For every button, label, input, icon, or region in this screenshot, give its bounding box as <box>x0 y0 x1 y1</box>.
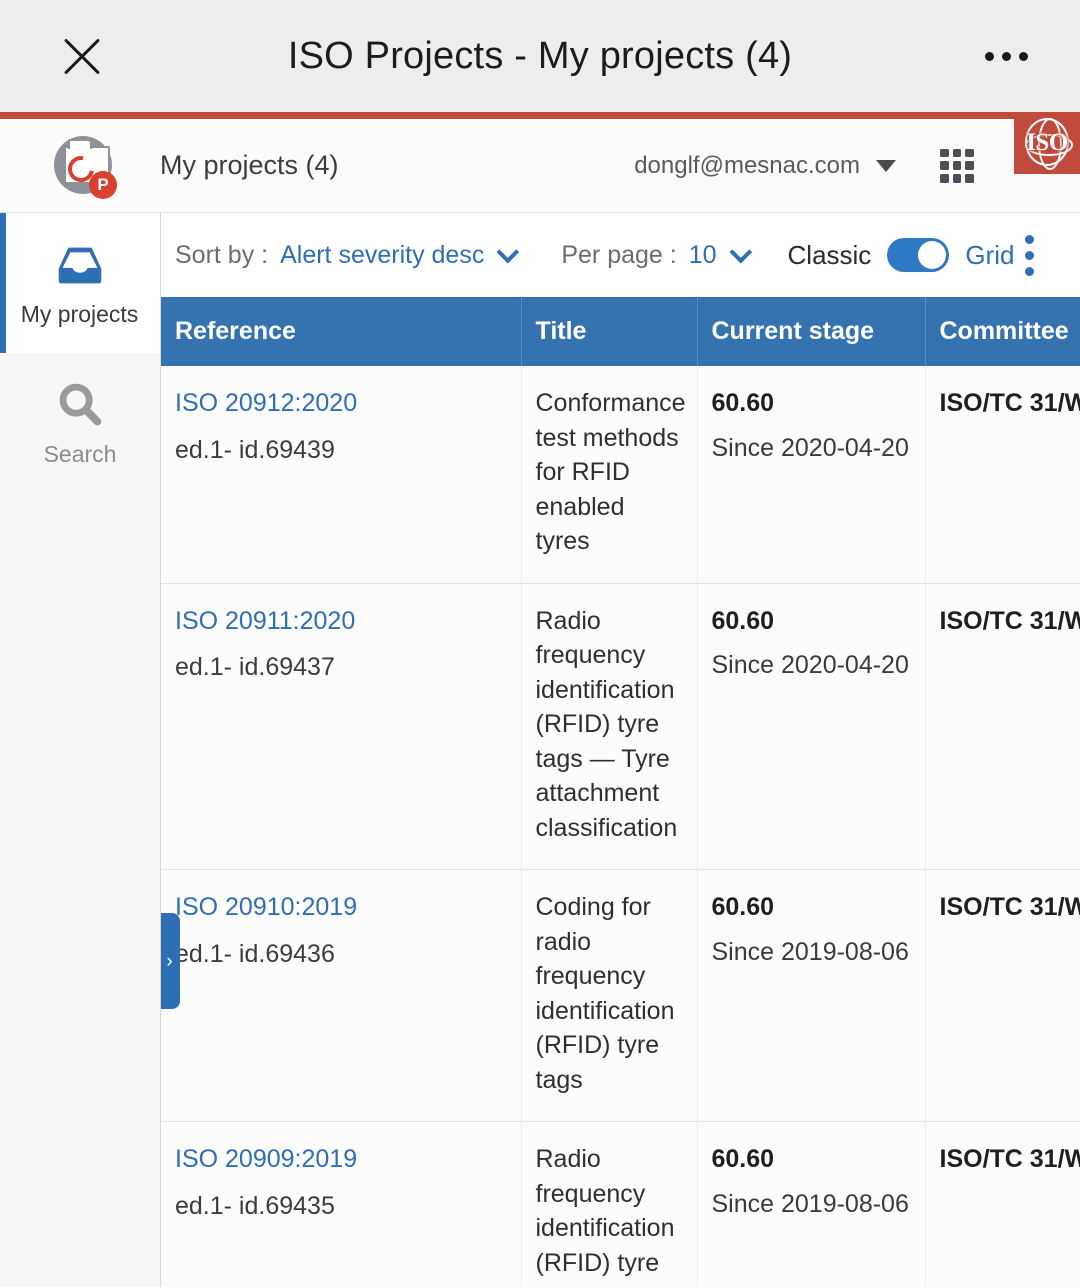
reference-link[interactable]: ISO 20911:2020 <box>175 604 507 639</box>
drawer-handle-glyph: › <box>166 952 172 971</box>
column-header-current-stage[interactable]: Current stage <box>697 297 925 366</box>
cell-current-stage: 60.60 Since 2019-08-06 <box>697 1122 925 1288</box>
cell-current-stage: 60.60 Since 2020-04-20 <box>697 366 925 583</box>
view-mode-switch[interactable] <box>887 238 949 272</box>
sidebar: My projects Search <box>0 213 161 1287</box>
sort-by-control[interactable]: Sort by : Alert severity desc <box>175 241 513 270</box>
reference-link[interactable]: ISO 20909:2019 <box>175 1142 507 1177</box>
table-header-row: Reference Title Current stage Committee <box>161 297 1080 366</box>
cell-committee: ISO/TC 31/WG <box>925 1122 1080 1288</box>
reference-edition: ed.1- id.69436 <box>175 937 507 972</box>
sidebar-item-search[interactable]: Search <box>0 353 160 493</box>
header-actions: donglf@mesnac.com ISO <box>634 119 1080 212</box>
stage-since: Since 2020-04-20 <box>712 648 911 683</box>
switch-knob <box>918 241 946 269</box>
app-header: P My projects (4) donglf@mesnac.com ISO <box>0 119 1080 213</box>
close-icon[interactable] <box>56 30 108 82</box>
column-header-committee[interactable]: Committee <box>925 297 1080 366</box>
user-email-label: donglf@mesnac.com <box>634 152 860 180</box>
apps-grid-icon[interactable] <box>940 149 974 183</box>
per-page-value[interactable]: 10 <box>689 241 717 270</box>
cell-title: Radio frequency identification (RFID) ty… <box>521 583 697 870</box>
table-row[interactable]: ISO 20909:2019 ed.1- id.69435 Radio freq… <box>161 1122 1080 1288</box>
stage-since: Since 2019-08-06 <box>712 935 911 970</box>
cell-title: Conformance test methods for RFID enable… <box>521 366 697 583</box>
stage-code: 60.60 <box>712 604 911 639</box>
reference-edition: ed.1- id.69435 <box>175 1189 507 1224</box>
projects-table: Reference Title Current stage Committee … <box>161 297 1080 1287</box>
app-header-title: My projects (4) <box>160 150 339 181</box>
inbox-icon <box>49 239 111 291</box>
projects-folder-icon[interactable]: P <box>52 134 116 198</box>
kebab-menu-icon[interactable] <box>1025 235 1034 276</box>
list-toolbar: Sort by : Alert severity desc Per page :… <box>161 213 1080 297</box>
committee-label: ISO/TC 31/WG <box>940 389 1080 417</box>
projects-logo-badge: P <box>89 171 117 199</box>
cell-reference: ISO 20909:2019 ed.1- id.69435 <box>161 1122 521 1288</box>
stage-since: Since 2020-04-20 <box>712 431 911 466</box>
committee-label: ISO/TC 31/WG <box>940 607 1080 635</box>
content-area: › Sort by : Alert severity desc Per page… <box>161 213 1080 1287</box>
stage-code: 60.60 <box>712 890 911 925</box>
table-body: ISO 20912:2020 ed.1- id.69439 Conformanc… <box>161 366 1080 1287</box>
chevron-down-icon[interactable] <box>497 241 520 264</box>
table-header: Reference Title Current stage Committee <box>161 297 1080 366</box>
sidebar-item-my-projects[interactable]: My projects <box>0 213 160 353</box>
chevron-right-icon[interactable]: › <box>161 913 180 1009</box>
project-title: Radio frequency identification (RFID) ty… <box>536 607 678 842</box>
cell-committee: ISO/TC 31/WG <box>925 583 1080 870</box>
accent-rule <box>0 112 1080 119</box>
more-horizontal-icon[interactable] <box>985 52 1028 61</box>
search-icon <box>49 379 111 431</box>
caret-down-icon[interactable] <box>876 160 896 172</box>
sidebar-item-label: Search <box>44 441 117 468</box>
cell-title: Radio frequency identification (RFID) ty… <box>521 1122 697 1288</box>
cell-title: Coding for radio frequency identificatio… <box>521 870 697 1122</box>
view-mode-grid-label[interactable]: Grid <box>965 240 1014 271</box>
view-mode-toggle[interactable]: Classic Grid <box>788 238 1015 272</box>
cell-reference: ISO 20912:2020 ed.1- id.69439 <box>161 366 521 583</box>
reference-edition: ed.1- id.69439 <box>175 433 507 468</box>
sidebar-item-label: My projects <box>21 301 139 328</box>
view-mode-classic-label[interactable]: Classic <box>788 240 872 271</box>
cell-reference: ISO 20910:2019 ed.1- id.69436 <box>161 870 521 1122</box>
table-row[interactable]: ISO 20910:2019 ed.1- id.69436 Coding for… <box>161 870 1080 1122</box>
stage-since: Since 2019-08-06 <box>712 1187 911 1222</box>
project-title: Radio frequency identification (RFID) ty… <box>536 1145 675 1287</box>
sort-by-label: Sort by : <box>175 241 268 270</box>
column-header-title[interactable]: Title <box>521 297 697 366</box>
reference-edition: ed.1- id.69437 <box>175 650 507 685</box>
iso-globe-logo[interactable]: ISO <box>1014 112 1080 174</box>
reference-link[interactable]: ISO 20912:2020 <box>175 386 507 421</box>
iso-logo-text: ISO <box>1014 129 1080 157</box>
project-title: Conformance test methods for RFID enable… <box>536 389 686 555</box>
cell-current-stage: 60.60 Since 2020-04-20 <box>697 583 925 870</box>
page-body: My projects Search › Sort by : Alert sev… <box>0 213 1080 1287</box>
cell-reference: ISO 20911:2020 ed.1- id.69437 <box>161 583 521 870</box>
cell-current-stage: 60.60 Since 2019-08-06 <box>697 870 925 1122</box>
per-page-control[interactable]: Per page : 10 <box>561 241 745 270</box>
miniprogram-title-bar: ISO Projects - My projects (4) <box>0 0 1080 112</box>
cell-committee: ISO/TC 31/WG <box>925 870 1080 1122</box>
stage-code: 60.60 <box>712 1142 911 1177</box>
table-row[interactable]: ISO 20911:2020 ed.1- id.69437 Radio freq… <box>161 583 1080 870</box>
sort-by-value[interactable]: Alert severity desc <box>280 241 484 270</box>
page-title: ISO Projects - My projects (4) <box>0 35 1080 78</box>
stage-code: 60.60 <box>712 386 911 421</box>
per-page-label: Per page : <box>561 241 676 270</box>
committee-label: ISO/TC 31/WG <box>940 893 1080 921</box>
column-header-reference[interactable]: Reference <box>161 297 521 366</box>
table-row[interactable]: ISO 20912:2020 ed.1- id.69439 Conformanc… <box>161 366 1080 583</box>
reference-link[interactable]: ISO 20910:2019 <box>175 890 507 925</box>
chevron-down-icon[interactable] <box>729 241 752 264</box>
committee-label: ISO/TC 31/WG <box>940 1145 1080 1173</box>
project-title: Coding for radio frequency identificatio… <box>536 893 675 1094</box>
cell-committee: ISO/TC 31/WG <box>925 366 1080 583</box>
